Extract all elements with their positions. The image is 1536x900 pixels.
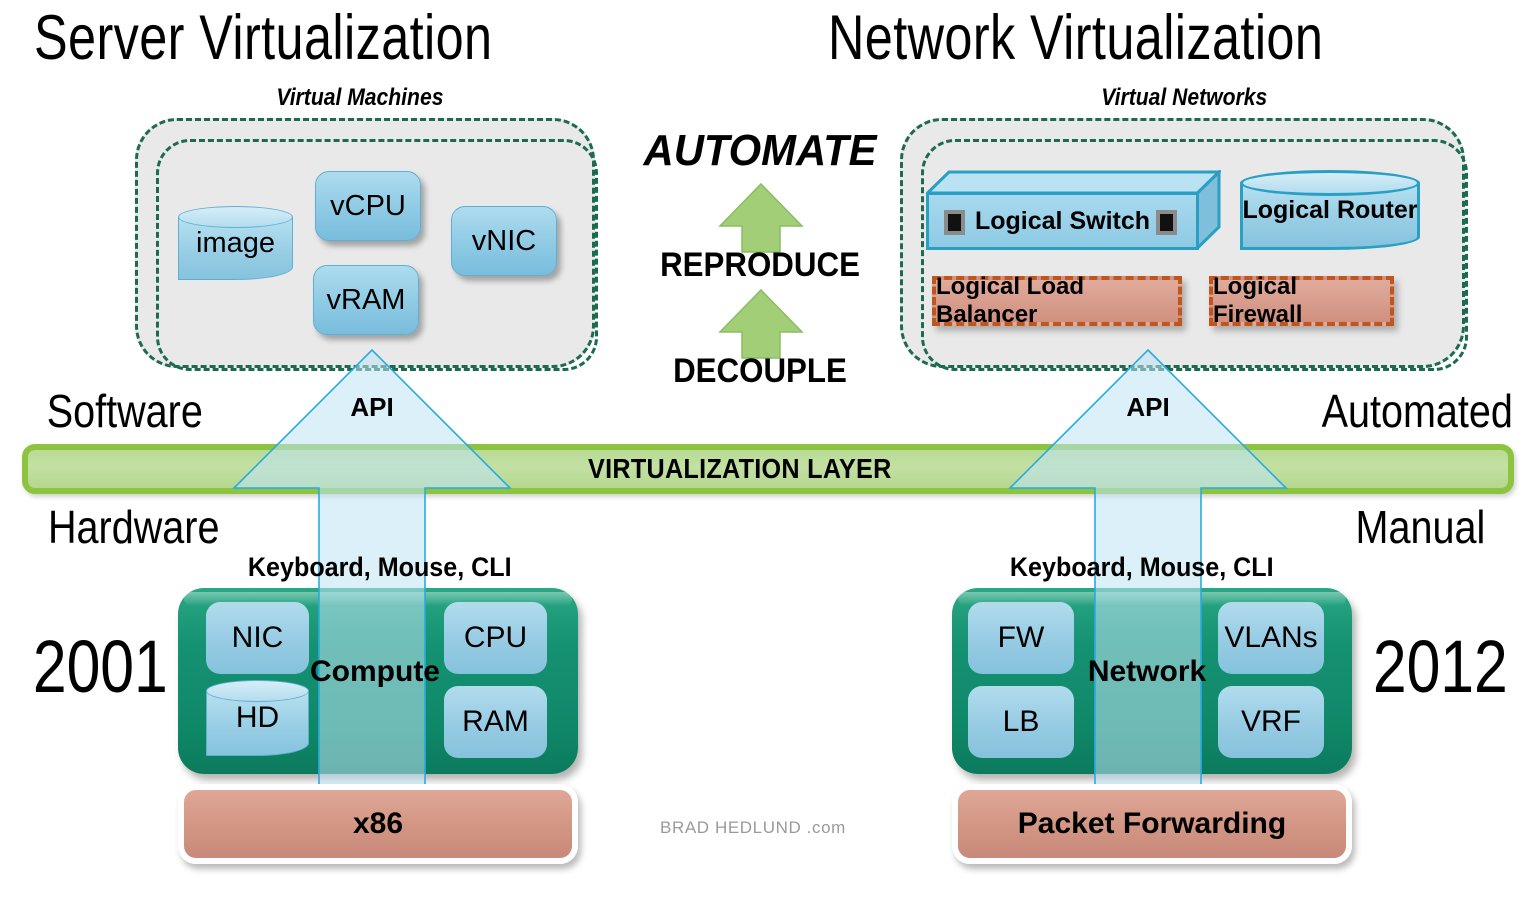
vm-vnic-label: vNIC	[471, 224, 537, 257]
api-label-left: API	[350, 392, 394, 422]
side-label-hardware: Hardware	[47, 501, 220, 553]
logical-router-label: Logical Router	[1242, 195, 1418, 224]
vm-vnic-chip: vNIC	[451, 206, 557, 276]
virtual-networks-caption: Virtual Networks	[1101, 84, 1268, 111]
logical-firewall-box: Logical Firewall	[1209, 273, 1394, 328]
logical-switch-shape: Logical Switch	[926, 170, 1227, 258]
diagram-canvas: Server Virtualization Network Virtualiza…	[0, 0, 1536, 900]
network-foundation-label: Packet Forwarding	[1017, 807, 1287, 840]
input-label-left: Keyboard, Mouse, CLI	[247, 552, 512, 582]
side-label-software: Software	[46, 385, 203, 437]
page-title-right: Network Virtualization	[828, 3, 1324, 73]
credit-text: BRAD HEDLUND .com	[660, 818, 846, 837]
logical-firewall-label: Logical Firewall	[1213, 273, 1303, 328]
compute-foundation-bar: x86	[178, 784, 578, 864]
logical-router-shape: Logical Router	[1240, 170, 1425, 256]
vm-vram-chip: vRAM	[313, 265, 419, 335]
year-label-right: 2012	[1372, 625, 1508, 708]
side-label-manual: Manual	[1355, 501, 1486, 553]
automate-up-arrow-icon	[718, 182, 804, 253]
network-center-label: Network	[1087, 655, 1207, 688]
compute-foundation-label: x86	[352, 807, 404, 840]
logical-load-balancer-label: Logical Load Balancer	[936, 273, 1085, 328]
virtualization-layer-label: VIRTUALIZATION LAYER	[588, 453, 892, 484]
year-label-left: 2001	[32, 625, 168, 708]
vm-vcpu-label: vCPU	[330, 189, 406, 222]
decouple-up-arrow-icon	[718, 288, 804, 359]
automate-label: AUTOMATE	[643, 126, 877, 175]
input-label-right: Keyboard, Mouse, CLI	[1009, 552, 1274, 582]
vm-vcpu-chip: vCPU	[315, 171, 421, 241]
network-foundation-bar: Packet Forwarding	[952, 784, 1352, 864]
api-label-right: API	[1126, 392, 1170, 422]
switch-port-left-icon	[944, 210, 965, 235]
side-label-automated: Automated	[1321, 385, 1513, 437]
decouple-label: DECOUPLE	[673, 352, 847, 390]
vm-image-cylinder: image	[178, 206, 298, 286]
switch-port-right-icon	[1156, 210, 1177, 235]
logical-load-balancer-box: Logical Load Balancer	[932, 273, 1182, 328]
page-title-left: Server Virtualization	[34, 3, 493, 73]
reproduce-label: REPRODUCE	[660, 246, 860, 284]
compute-center-label: Compute	[310, 655, 440, 688]
virtual-machines-caption: Virtual Machines	[276, 84, 444, 111]
vm-image-label: image	[196, 226, 275, 259]
vm-vram-label: vRAM	[326, 283, 406, 316]
